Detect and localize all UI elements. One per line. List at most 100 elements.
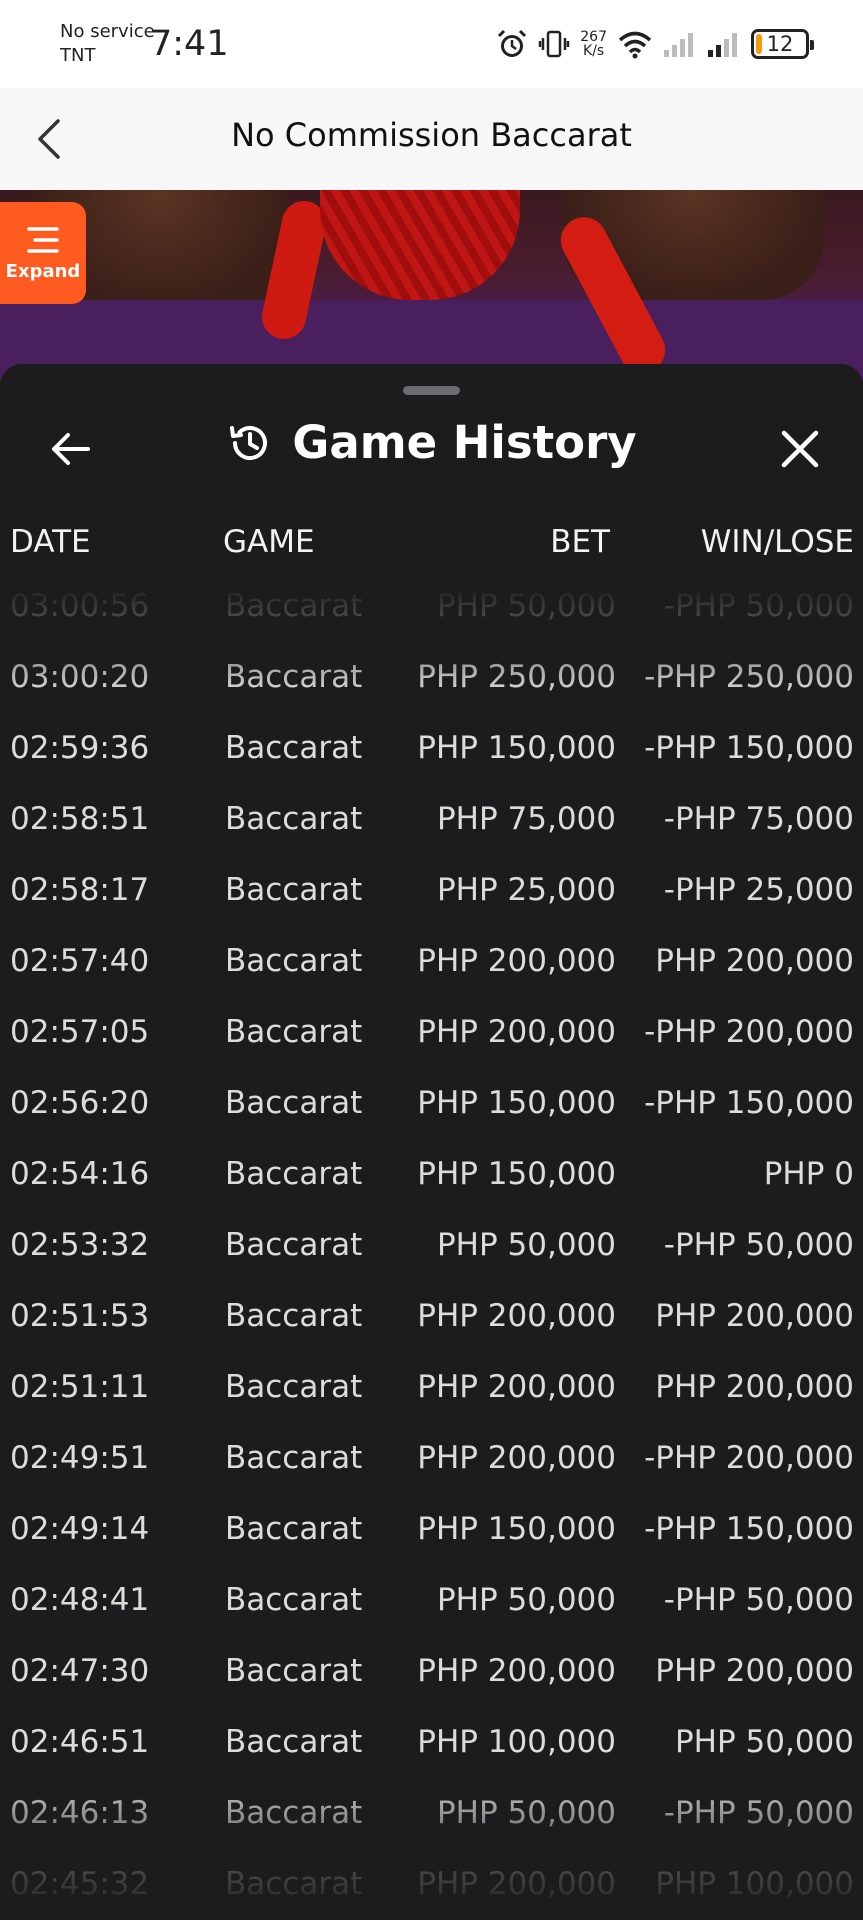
row-win-lose: PHP 50,000 [674, 1724, 854, 1760]
table-row: 02:54:16 Baccarat PHP 150,000 PHP 0 [0, 1138, 863, 1209]
row-win-lose: PHP 200,000 [655, 943, 854, 979]
carrier-name: TNT [60, 45, 96, 66]
row-date: 02:51:11 [10, 1369, 150, 1405]
table-row: 02:51:53 Baccarat PHP 200,000 PHP 200,000 [0, 1280, 863, 1351]
row-bet: PHP 150,000 [417, 1156, 616, 1192]
row-date: 02:49:14 [10, 1511, 150, 1547]
row-bet: PHP 200,000 [417, 1298, 616, 1334]
row-date: 02:51:53 [10, 1298, 150, 1334]
table-row: 02:49:14 Baccarat PHP 150,000 -PHP 150,000 [0, 1493, 863, 1564]
row-win-lose: -PHP 200,000 [644, 1014, 854, 1050]
carrier-info: No service TNT [60, 20, 155, 68]
close-button[interactable] [773, 422, 827, 476]
row-game: Baccarat [225, 1866, 363, 1902]
row-date: 02:57:40 [10, 943, 150, 979]
row-game: Baccarat [225, 1085, 363, 1121]
row-game: Baccarat [225, 943, 363, 979]
row-date: 02:58:51 [10, 801, 150, 837]
expand-button[interactable]: Expand [0, 202, 86, 304]
wifi-icon [618, 31, 652, 59]
status-bar: No service TNT 7:41 267 K/s 12 [0, 0, 863, 88]
row-game: Baccarat [225, 1795, 363, 1831]
row-date: 02:54:16 [10, 1156, 150, 1192]
menu-icon [27, 226, 59, 253]
row-win-lose: -PHP 150,000 [644, 730, 854, 766]
row-date: 02:53:32 [10, 1227, 150, 1263]
game-history-sheet: Game History DATE GAME BET WIN/LOSE 03:0… [0, 364, 863, 1920]
table-row: 02:51:11 Baccarat PHP 200,000 PHP 200,000 [0, 1351, 863, 1422]
table-row: 02:56:20 Baccarat PHP 150,000 -PHP 150,000 [0, 1067, 863, 1138]
row-bet: PHP 150,000 [417, 1511, 616, 1547]
app-header: No Commission Baccarat [0, 88, 863, 190]
status-time: 7:41 [150, 24, 229, 64]
row-game: Baccarat [225, 1653, 363, 1689]
battery-icon: 12 [751, 29, 814, 59]
vibrate-icon [539, 30, 570, 58]
table-row: 02:59:36 Baccarat PHP 150,000 -PHP 150,000 [0, 712, 863, 783]
table-row: 02:57:05 Baccarat PHP 200,000 -PHP 200,000 [0, 996, 863, 1067]
row-bet: PHP 150,000 [417, 1085, 616, 1121]
row-game: Baccarat [225, 1014, 363, 1050]
row-win-lose: -PHP 50,000 [663, 1227, 854, 1263]
row-game: Baccarat [225, 1724, 363, 1760]
row-date: 02:57:05 [10, 1014, 150, 1050]
sheet-title: Game History [292, 416, 637, 469]
row-game: Baccarat [225, 588, 363, 624]
row-date: 02:59:36 [10, 730, 150, 766]
row-win-lose: -PHP 50,000 [663, 1582, 854, 1618]
network-speed: 267 K/s [580, 30, 607, 58]
row-win-lose: PHP 200,000 [655, 1298, 854, 1334]
row-win-lose: PHP 100,000 [655, 1866, 854, 1902]
expand-label: Expand [5, 260, 81, 282]
carrier-status: No service [60, 21, 155, 42]
table-row: 02:46:13 Baccarat PHP 50,000 -PHP 50,000 [0, 1777, 863, 1848]
row-date: 02:56:20 [10, 1085, 150, 1121]
row-game: Baccarat [225, 1227, 363, 1263]
row-date: 03:00:20 [10, 659, 150, 695]
live-video [0, 190, 863, 380]
sheet-header: Game History [0, 404, 863, 494]
table-row: 02:58:17 Baccarat PHP 25,000 -PHP 25,000 [0, 854, 863, 925]
row-game: Baccarat [225, 1156, 363, 1192]
column-header-date: DATE [10, 524, 91, 560]
row-game: Baccarat [225, 659, 363, 695]
row-win-lose: -PHP 200,000 [644, 1440, 854, 1476]
row-win-lose: -PHP 50,000 [663, 588, 854, 624]
row-bet: PHP 50,000 [436, 1795, 616, 1831]
sheet-title-group: Game History [0, 416, 863, 469]
table-row: 02:48:41 Baccarat PHP 50,000 -PHP 50,000 [0, 1564, 863, 1635]
close-icon [781, 430, 819, 468]
row-win-lose: -PHP 150,000 [644, 1085, 854, 1121]
row-bet: PHP 200,000 [417, 1440, 616, 1476]
row-bet: PHP 50,000 [436, 1227, 616, 1263]
network-speed-unit: K/s [583, 43, 605, 59]
row-game: Baccarat [225, 872, 363, 908]
row-game: Baccarat [225, 1440, 363, 1476]
status-icons: 267 K/s 12 [496, 26, 814, 62]
row-date: 02:48:41 [10, 1582, 150, 1618]
row-game: Baccarat [225, 1298, 363, 1334]
row-game: Baccarat [225, 730, 363, 766]
row-game: Baccarat [225, 1369, 363, 1405]
history-icon [230, 425, 268, 460]
row-win-lose: -PHP 150,000 [644, 1511, 854, 1547]
row-date: 02:46:13 [10, 1795, 150, 1831]
network-speed-value: 267 [580, 29, 607, 45]
row-win-lose: -PHP 25,000 [663, 872, 854, 908]
row-game: Baccarat [225, 1582, 363, 1618]
row-win-lose: PHP 0 [763, 1156, 854, 1192]
battery-fill [756, 34, 763, 54]
row-date: 02:49:51 [10, 1440, 150, 1476]
page-title: No Commission Baccarat [231, 116, 632, 154]
battery-level: 12 [766, 32, 794, 56]
table-row: 02:58:51 Baccarat PHP 75,000 -PHP 75,000 [0, 783, 863, 854]
row-date: 03:00:56 [10, 588, 150, 624]
row-bet: PHP 200,000 [417, 1653, 616, 1689]
table-row: 02:46:51 Baccarat PHP 100,000 PHP 50,000 [0, 1706, 863, 1777]
row-date: 02:46:51 [10, 1724, 150, 1760]
table-row: 02:57:40 Baccarat PHP 200,000 PHP 200,000 [0, 925, 863, 996]
drag-handle[interactable] [403, 386, 460, 395]
row-date: 02:47:30 [10, 1653, 150, 1689]
row-win-lose: PHP 200,000 [655, 1653, 854, 1689]
history-table[interactable]: 03:00:56 Baccarat PHP 50,000 -PHP 50,000 03:… [0, 584, 863, 1920]
